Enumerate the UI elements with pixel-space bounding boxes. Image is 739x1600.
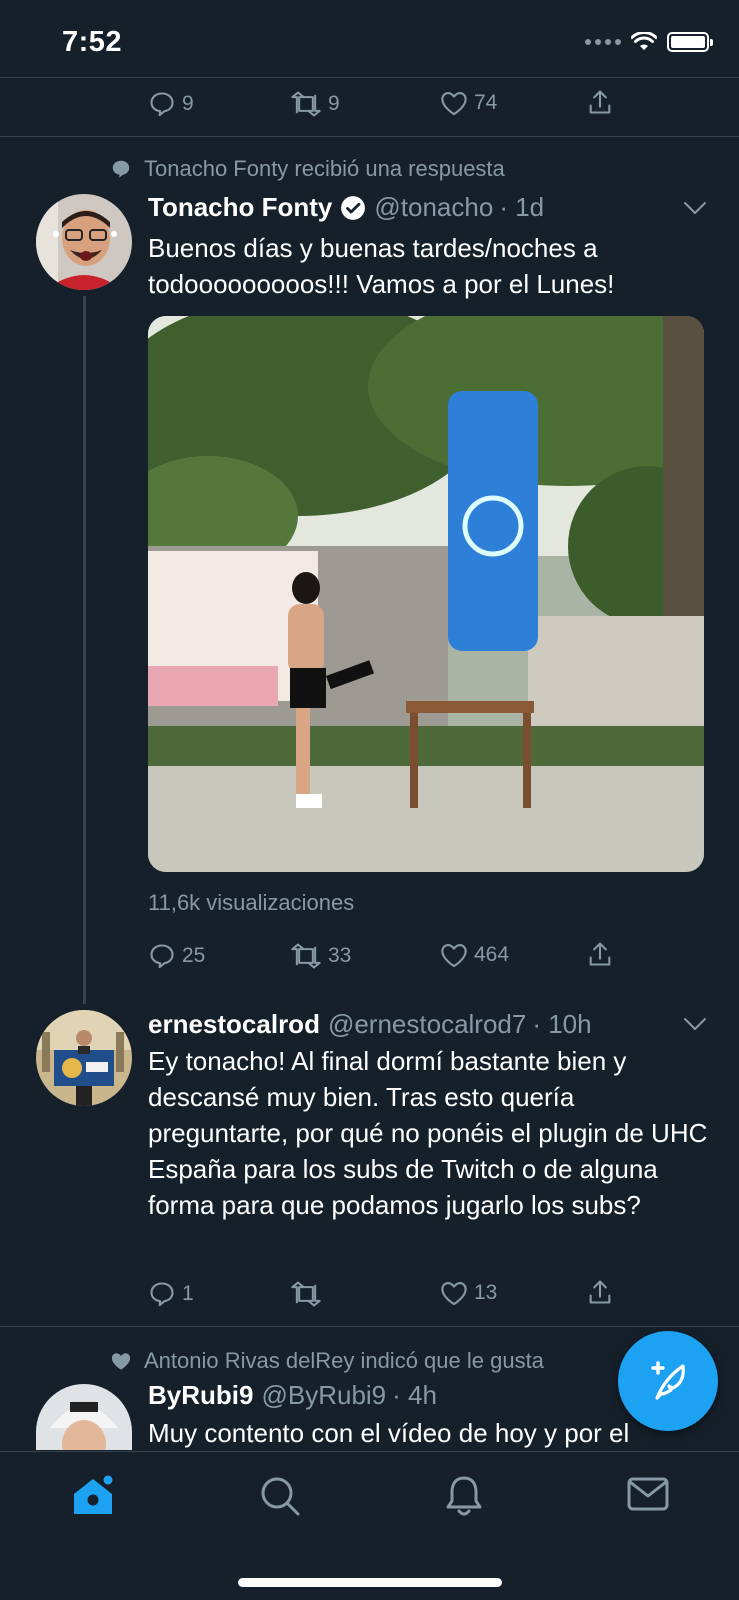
reply-icon (150, 92, 174, 117)
reply-context-icon (112, 160, 130, 178)
username[interactable]: @ernestocalrod7 (328, 1009, 526, 1040)
avatar[interactable] (36, 194, 132, 290)
avatar[interactable] (36, 1384, 132, 1450)
reply-count: 25 (182, 944, 206, 967)
retweet-count: 33 (328, 944, 352, 967)
tab-search[interactable] (258, 1474, 302, 1523)
reply-button[interactable]: 1 (148, 1280, 194, 1308)
username[interactable]: @tonacho (374, 192, 493, 223)
battery-icon (667, 32, 713, 52)
like-icon (441, 944, 467, 968)
home-indicator (238, 1578, 502, 1587)
home-icon (74, 1475, 113, 1514)
tweet-header: ByRubi9 @ByRubi9 · 4h (148, 1380, 437, 1411)
chevron-down-icon[interactable] (683, 200, 707, 216)
tab-notifications[interactable] (444, 1474, 484, 1523)
share-icon (589, 1280, 611, 1304)
compose-icon (651, 1361, 685, 1400)
reply-button[interactable]: 9 (148, 90, 194, 118)
tab-home[interactable] (70, 1474, 116, 1523)
tweet-video[interactable] (148, 316, 704, 872)
tweet-text: Ey tonacho! Al final dormí bastante bien… (148, 1046, 708, 1220)
username[interactable]: @ByRubi9 (261, 1380, 386, 1411)
verified-icon (341, 195, 366, 220)
reply-button[interactable]: 25 (148, 942, 205, 970)
display-name[interactable]: Tonacho Fonty (148, 192, 332, 223)
like-button[interactable]: 13 (440, 1280, 497, 1306)
tweet-text: Muy contento con el vídeo de hoy y por e… (148, 1418, 630, 1448)
like-icon (441, 1282, 467, 1306)
avatar[interactable] (36, 1010, 132, 1106)
share-icon (589, 90, 611, 114)
display-name[interactable]: ernestocalrod (148, 1009, 320, 1040)
notifications-icon (446, 1476, 482, 1516)
status-time: 7:52 (62, 26, 123, 58)
share-button[interactable] (586, 88, 614, 116)
timestamp: · 1d (499, 192, 545, 222)
wifi-icon (631, 32, 657, 50)
retweet-icon (291, 943, 321, 969)
like-button[interactable]: 464 (440, 942, 509, 968)
social-context-text: Antonio Rivas delRey indicó que le gusta (144, 1348, 544, 1373)
view-count: 11,6k visualizaciones (148, 890, 355, 915)
reply-count: 1 (182, 1282, 194, 1305)
retweet-icon (291, 91, 321, 117)
tweet-header: Tonacho Fonty @tonacho · 1d (148, 192, 544, 223)
chevron-down-icon[interactable] (683, 1016, 707, 1032)
messages-icon (627, 1477, 669, 1511)
video-thumbnail (148, 316, 704, 872)
like-count: 13 (474, 1281, 498, 1304)
social-context: Antonio Rivas delRey indicó que le gusta (110, 1348, 544, 1374)
social-context: Tonacho Fonty recibió una respuesta (110, 156, 505, 182)
tab-messages[interactable] (626, 1474, 670, 1519)
like-button[interactable]: 74 (440, 90, 497, 116)
heart-context-icon (111, 1353, 131, 1370)
retweet-count: 9 (328, 92, 340, 115)
timestamp: · 4h (392, 1380, 437, 1410)
divider (0, 1326, 739, 1327)
like-count: 464 (474, 943, 510, 966)
like-count: 74 (474, 91, 498, 114)
retweet-button[interactable]: 33 (290, 942, 351, 970)
reply-count: 9 (182, 92, 194, 115)
search-icon (261, 1477, 300, 1516)
share-button[interactable] (586, 940, 614, 968)
share-button[interactable] (586, 1278, 614, 1306)
display-name[interactable]: ByRubi9 (148, 1380, 253, 1411)
reply-icon (150, 944, 174, 969)
like-icon (441, 92, 467, 116)
compose-tweet-button[interactable] (618, 1331, 718, 1431)
thread-line (83, 296, 86, 1004)
share-icon (589, 942, 611, 966)
retweet-button[interactable] (290, 1280, 328, 1308)
retweet-button[interactable]: 9 (290, 90, 340, 118)
cellular-signal-icon (585, 39, 621, 45)
divider (0, 136, 739, 137)
retweet-icon (291, 1281, 321, 1307)
timestamp: · 10h (532, 1009, 592, 1039)
social-context-text: Tonacho Fonty recibió una respuesta (144, 156, 505, 181)
reply-icon (150, 1282, 174, 1307)
tweet-text: Buenos días y buenas tardes/noches a tod… (148, 233, 615, 299)
status-bar: 7:52 (0, 0, 739, 78)
tweet-header: ernestocalrod @ernestocalrod7 · 10h (148, 1009, 592, 1040)
status-icons (585, 32, 713, 52)
